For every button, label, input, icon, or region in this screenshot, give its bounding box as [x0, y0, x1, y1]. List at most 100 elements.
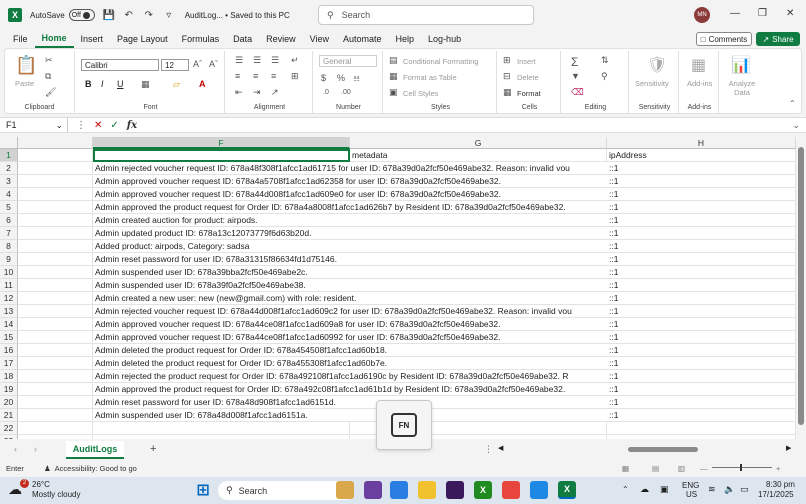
cell-h[interactable]: ::1: [607, 266, 796, 279]
number-format-select[interactable]: General: [319, 55, 377, 67]
horizontal-scroll-thumb[interactable]: [628, 447, 698, 452]
cell-f[interactable]: Admin approved voucher request ID: 678a4…: [93, 331, 607, 344]
page-break-view-icon[interactable]: ▥: [678, 464, 685, 473]
cell-e[interactable]: [18, 188, 93, 201]
row-header[interactable]: 22: [0, 422, 18, 435]
xbox-icon[interactable]: X: [474, 481, 492, 499]
zoom-slider[interactable]: [712, 467, 772, 468]
scroll-left-icon[interactable]: ◀: [498, 444, 503, 452]
cell-f[interactable]: Admin approved voucher request ID: 678a4…: [93, 318, 607, 331]
cell-e[interactable]: [18, 318, 93, 331]
font-size-select[interactable]: 12: [161, 59, 189, 71]
cell-e[interactable]: [18, 344, 93, 357]
cell-h[interactable]: ::1: [607, 396, 796, 409]
cell-f[interactable]: Admin approved the product request for O…: [93, 201, 607, 214]
cell-e[interactable]: [18, 396, 93, 409]
align-center-icon[interactable]: ≡: [253, 71, 258, 81]
cell-h[interactable]: ipAddress: [607, 149, 796, 162]
horizontal-scrollbar[interactable]: [510, 447, 790, 453]
fill-color-icon[interactable]: ▱: [173, 79, 180, 90]
cell-h[interactable]: ::1: [607, 409, 796, 422]
copy-icon[interactable]: ⧉: [45, 71, 51, 82]
analyze-data-icon[interactable]: 📊: [731, 55, 751, 75]
cell-h[interactable]: ::1: [607, 383, 796, 396]
show-hidden-icons-icon[interactable]: ⌃: [622, 485, 629, 494]
row-header[interactable]: 19: [0, 383, 18, 396]
cell-f[interactable]: [93, 422, 350, 435]
cell-f[interactable]: Admin suspended user ID: 678a48d008f1afc…: [93, 409, 607, 422]
row-header[interactable]: 11: [0, 279, 18, 292]
cell-f[interactable]: Admin rejected the product request for O…: [93, 370, 607, 383]
cell-h[interactable]: ::1: [607, 344, 796, 357]
cell-f[interactable]: Admin reset password for user ID: 678a48…: [93, 396, 607, 409]
format-button[interactable]: Format: [517, 89, 541, 98]
chrome-icon[interactable]: [502, 481, 520, 499]
row-header[interactable]: 16: [0, 344, 18, 357]
copilot-icon[interactable]: [390, 481, 408, 499]
bold-icon[interactable]: B: [85, 79, 92, 89]
cell-h[interactable]: ::1: [607, 357, 796, 370]
zoom-slider-thumb[interactable]: [740, 464, 742, 471]
italic-icon[interactable]: I: [101, 79, 104, 89]
row-header[interactable]: 2: [0, 162, 18, 175]
cell-h[interactable]: ::1: [607, 318, 796, 331]
cloud-sync-icon[interactable]: ☁: [640, 484, 649, 495]
cell-h[interactable]: ::1: [607, 227, 796, 240]
cell-e[interactable]: [18, 383, 93, 396]
cell-e[interactable]: [18, 370, 93, 383]
more-icon[interactable]: ⋮: [76, 120, 86, 131]
cell-f[interactable]: Admin created auction for product: airpo…: [93, 214, 607, 227]
cell-styles-button[interactable]: Cell Styles: [403, 89, 438, 98]
vertical-scroll-thumb[interactable]: [798, 147, 804, 425]
file-explorer-icon[interactable]: [418, 481, 436, 499]
title-search-box[interactable]: ⚲ Search: [318, 5, 534, 25]
comments-button[interactable]: □ Comments: [696, 32, 752, 46]
row-header[interactable]: 6: [0, 214, 18, 227]
windows-start-icon[interactable]: ⊞: [194, 481, 212, 499]
tab-data[interactable]: Data: [226, 30, 259, 48]
align-top-icon[interactable]: ☰: [235, 55, 243, 66]
user-avatar[interactable]: MN: [694, 7, 710, 23]
tab-log-hub[interactable]: Log-hub: [421, 30, 468, 48]
cell-f[interactable]: Admin suspended user ID: 678a39f0a2fcf50…: [93, 279, 607, 292]
decrease-font-icon[interactable]: Aˇ: [209, 59, 218, 69]
row-header[interactable]: 20: [0, 396, 18, 409]
row-header[interactable]: 21: [0, 409, 18, 422]
column-header-h[interactable]: H: [607, 137, 796, 149]
currency-icon[interactable]: $: [321, 73, 326, 83]
excel-taskbar-icon[interactable]: X: [558, 481, 576, 499]
cell-e[interactable]: [18, 331, 93, 344]
fill-icon[interactable]: ▼: [571, 71, 580, 81]
zoom-out-icon[interactable]: —: [700, 464, 708, 473]
clear-icon[interactable]: ⌫: [571, 87, 584, 98]
save-icon[interactable]: 💾: [102, 9, 114, 21]
tab-automate[interactable]: Automate: [336, 30, 389, 48]
decrease-indent-icon[interactable]: ⇤: [235, 87, 243, 98]
cell-h[interactable]: [607, 422, 796, 435]
tab-view[interactable]: View: [303, 30, 336, 48]
document-title[interactable]: AuditLog... • Saved to this PC: [185, 11, 290, 20]
cell-e[interactable]: [18, 266, 93, 279]
cell-h[interactable]: ::1: [607, 331, 796, 344]
row-header[interactable]: 15: [0, 331, 18, 344]
formula-input[interactable]: [145, 118, 792, 132]
tab-file[interactable]: File: [6, 30, 35, 48]
vscode-icon[interactable]: [530, 481, 548, 499]
tab-insert[interactable]: Insert: [74, 30, 111, 48]
addins-button[interactable]: Add-ins: [687, 79, 712, 88]
row-header[interactable]: 12: [0, 292, 18, 305]
align-left-icon[interactable]: ≡: [235, 71, 240, 81]
confirm-entry-icon[interactable]: ✓: [110, 120, 118, 131]
tray-app-icon[interactable]: ▣: [660, 484, 669, 495]
row-header[interactable]: 10: [0, 266, 18, 279]
underline-icon[interactable]: U: [117, 79, 124, 89]
cell-f[interactable]: Admin deleted the product request for Or…: [93, 344, 607, 357]
addins-icon[interactable]: ▦: [691, 55, 706, 75]
volume-icon[interactable]: 🔈: [724, 484, 735, 495]
cell-h[interactable]: ::1: [607, 240, 796, 253]
tab-home[interactable]: Home: [34, 30, 74, 48]
next-sheet-icon[interactable]: ›: [34, 444, 37, 454]
minimize-icon[interactable]: —: [730, 8, 740, 19]
wrap-text-icon[interactable]: ↵: [291, 55, 299, 66]
sensitivity-button[interactable]: Sensitivity: [635, 79, 669, 88]
